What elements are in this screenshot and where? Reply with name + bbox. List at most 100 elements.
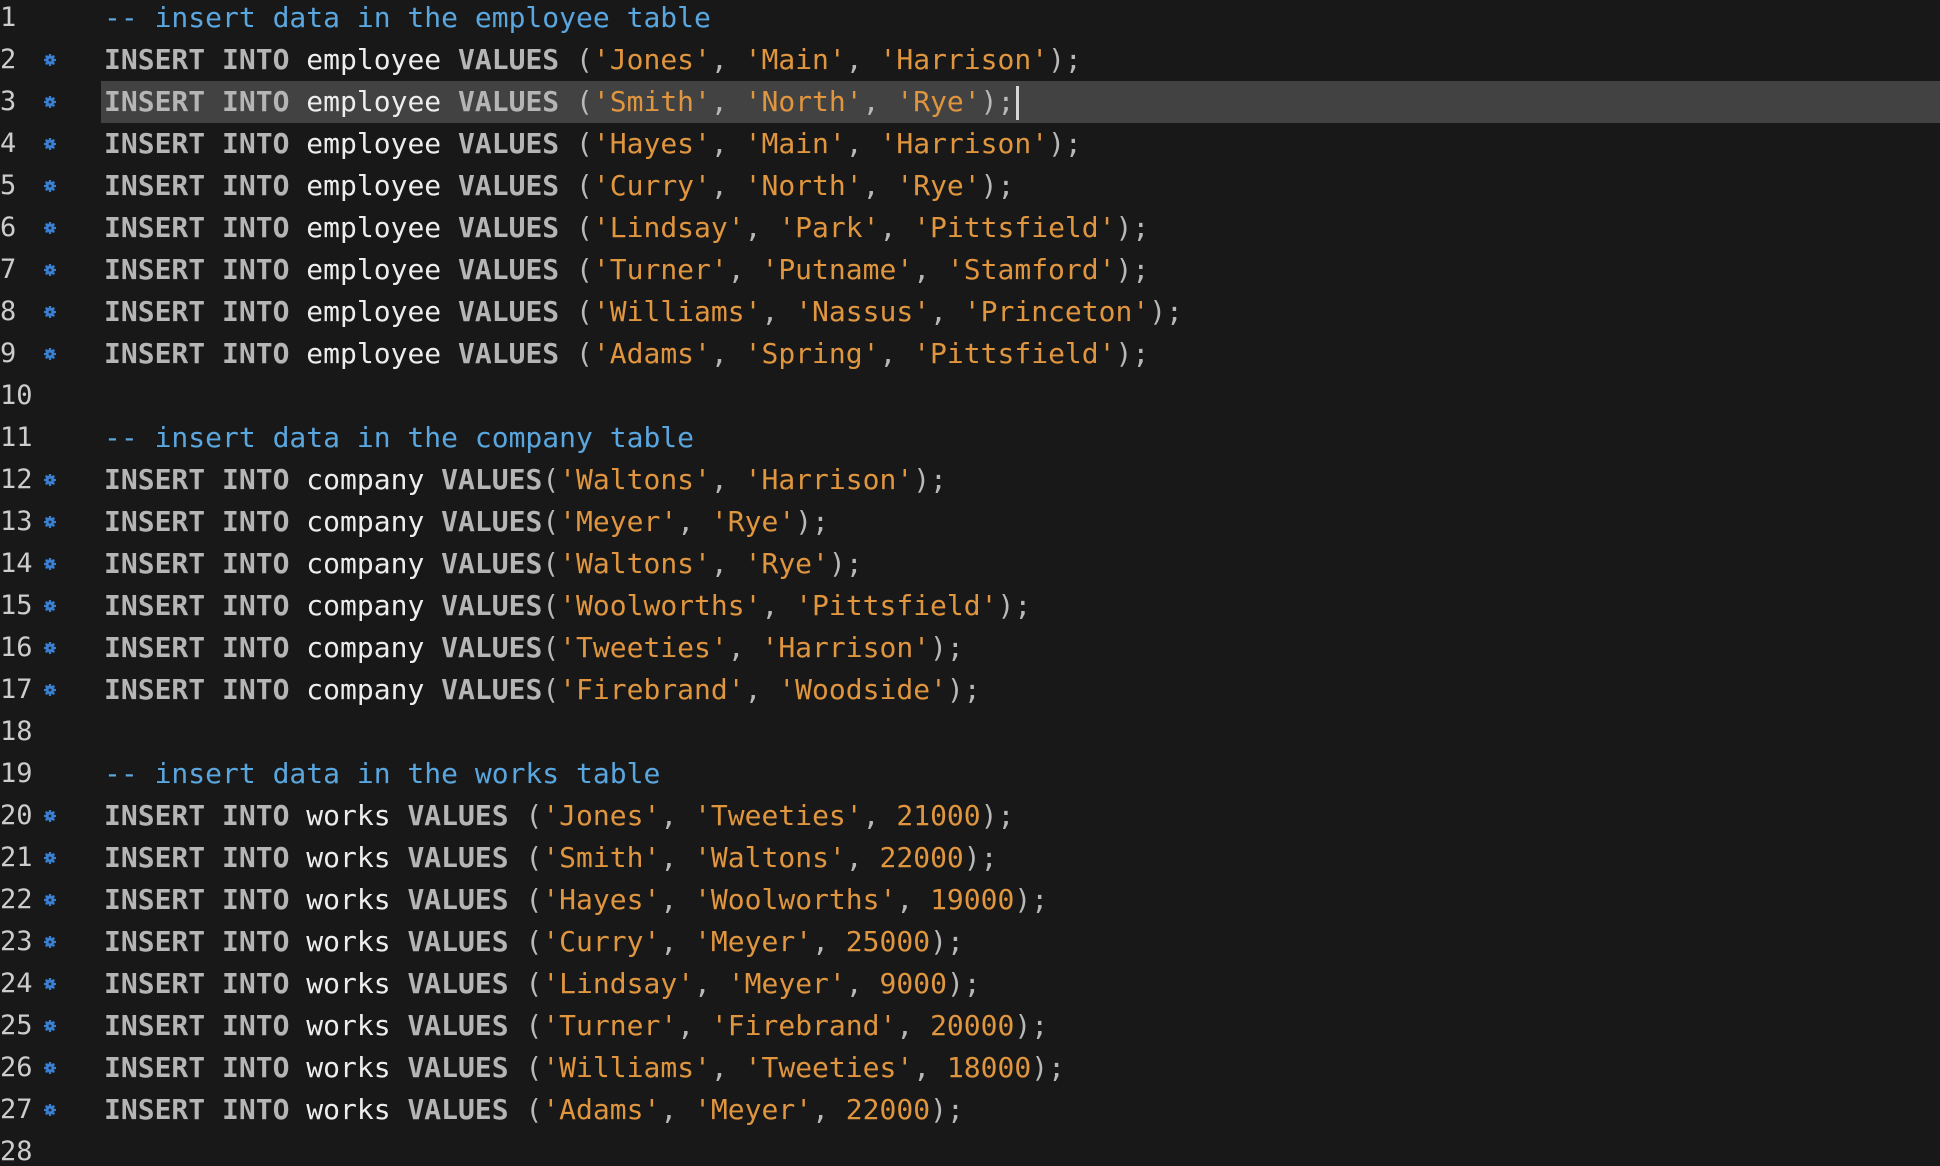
code-line[interactable]: 16 INSERT INTO company VALUES('Tweeties',… [0,627,1940,669]
code-line[interactable]: 10 [0,375,1940,417]
gear-dot-icon[interactable] [44,810,56,822]
token-kw: INSERT INTO [104,1051,307,1084]
code-text[interactable]: INSERT INTO company VALUES('Firebrand', … [101,669,1940,711]
code-text[interactable]: -- insert data in the works table [101,753,1940,795]
code-text[interactable]: INSERT INTO works VALUES ('Lindsay', 'Me… [101,963,1940,1005]
code-line[interactable]: 24 INSERT INTO works VALUES ('Lindsay', '… [0,963,1940,1005]
gear-dot-icon[interactable] [44,138,56,150]
gear-dot-icon[interactable] [44,642,56,654]
code-text[interactable] [101,375,1940,417]
code-text[interactable]: INSERT INTO works VALUES ('Turner', 'Fir… [101,1005,1940,1047]
code-text[interactable]: INSERT INTO company VALUES('Meyer', 'Rye… [101,501,1940,543]
gear-dot-icon[interactable] [44,264,56,276]
code-line[interactable]: 8 INSERT INTO employee VALUES ('Williams'… [0,291,1940,333]
token-punc: ); [997,589,1032,622]
code-text[interactable]: -- insert data in the company table [101,417,1940,459]
gear-dot-icon[interactable] [44,1062,56,1074]
code-text[interactable]: INSERT INTO company VALUES('Tweeties', '… [101,627,1940,669]
code-line[interactable]: 25 INSERT INTO works VALUES ('Turner', 'F… [0,1005,1940,1047]
gear-dot-icon[interactable] [44,978,56,990]
gear-dot-icon[interactable] [44,852,56,864]
code-text[interactable]: INSERT INTO works VALUES ('Smith', 'Walt… [101,837,1940,879]
code-text[interactable]: INSERT INTO employee VALUES ('Smith', 'N… [101,81,1940,123]
gear-dot-icon[interactable] [44,474,56,486]
code-text[interactable]: INSERT INTO works VALUES ('Williams', 'T… [101,1047,1940,1089]
code-line[interactable]: 15 INSERT INTO company VALUES('Woolworths… [0,585,1940,627]
gear-dot-icon[interactable] [44,558,56,570]
gear-dot-icon[interactable] [44,306,56,318]
token-punc: ( [542,589,560,622]
line-number: 3 [0,86,17,117]
code-line[interactable]: 27 INSERT INTO works VALUES ('Adams', 'Me… [0,1089,1940,1131]
code-text[interactable]: INSERT INTO company VALUES('Waltons', 'R… [101,543,1940,585]
gear-dot-icon[interactable] [44,222,56,234]
code-line[interactable]: 7 INSERT INTO employee VALUES ('Turner', … [0,249,1940,291]
code-text[interactable]: INSERT INTO works VALUES ('Hayes', 'Wool… [101,879,1940,921]
line-number: 11 [0,422,33,453]
code-text[interactable]: INSERT INTO employee VALUES ('Lindsay', … [101,207,1940,249]
token-kw: INSERT INTO [104,883,307,916]
token-kw: INSERT INTO [104,211,307,244]
token-punc: ( [525,967,543,1000]
token-kw: INSERT INTO [104,127,307,160]
gear-dot-icon[interactable] [44,516,56,528]
code-line[interactable]: 22 INSERT INTO works VALUES ('Hayes', 'Wo… [0,879,1940,921]
code-editor[interactable]: 1 -- insert data in the employee table 2 IN… [0,0,1940,1166]
code-line[interactable]: 18 [0,711,1940,753]
gear-dot-icon[interactable] [44,684,56,696]
code-line[interactable]: 28 [0,1131,1940,1166]
code-text[interactable]: INSERT INTO employee VALUES ('Williams',… [101,291,1940,333]
code-text[interactable]: INSERT INTO company VALUES('Woolworths',… [101,585,1940,627]
code-line[interactable]: 20 INSERT INTO works VALUES ('Jones', 'Tw… [0,795,1940,837]
code-line[interactable]: 13 INSERT INTO company VALUES('Meyer', 'R… [0,501,1940,543]
code-line[interactable]: 17 INSERT INTO company VALUES('Firebrand'… [0,669,1940,711]
line-number: 15 [0,590,33,621]
gear-dot-icon[interactable] [44,1104,56,1116]
code-line[interactable]: 1 -- insert data in the employee table [0,0,1940,39]
code-text[interactable] [101,711,1940,753]
gear-dot-icon[interactable] [44,54,56,66]
gear-dot-icon[interactable] [44,96,56,108]
code-line[interactable]: 12 INSERT INTO company VALUES('Waltons', … [0,459,1940,501]
gear-dot-icon[interactable] [44,1020,56,1032]
token-punc: , [677,1009,711,1042]
code-line[interactable]: 14 INSERT INTO company VALUES('Waltons', … [0,543,1940,585]
line-number: 2 [0,44,17,75]
code-text[interactable]: INSERT INTO company VALUES('Waltons', 'H… [101,459,1940,501]
code-text[interactable]: INSERT INTO works VALUES ('Jones', 'Twee… [101,795,1940,837]
gear-dot-icon[interactable] [44,180,56,192]
gear-dot-icon[interactable] [44,348,56,360]
token-punc: ); [1115,253,1150,286]
token-punc: , [710,1051,745,1084]
token-kw: VALUES [458,169,577,202]
code-text[interactable]: INSERT INTO works VALUES ('Curry', 'Meye… [101,921,1940,963]
code-text[interactable]: INSERT INTO employee VALUES ('Jones', 'M… [101,39,1940,81]
code-line[interactable]: 3 INSERT INTO employee VALUES ('Smith', '… [0,81,1940,123]
code-line[interactable]: 11 -- insert data in the company table [0,417,1940,459]
code-line[interactable]: 9 INSERT INTO employee VALUES ('Adams', '… [0,333,1940,375]
code-line[interactable]: 2 INSERT INTO employee VALUES ('Jones', '… [0,39,1940,81]
code-line[interactable]: 23 INSERT INTO works VALUES ('Curry', 'Me… [0,921,1940,963]
code-line[interactable]: 5 INSERT INTO employee VALUES ('Curry', '… [0,165,1940,207]
code-line[interactable]: 26 INSERT INTO works VALUES ('Williams', … [0,1047,1940,1089]
code-text[interactable]: INSERT INTO employee VALUES ('Hayes', 'M… [101,123,1940,165]
code-line[interactable]: 21 INSERT INTO works VALUES ('Smith', 'Wa… [0,837,1940,879]
token-id: works [306,883,408,916]
code-text[interactable]: -- insert data in the employee table [101,0,1940,39]
gear-dot-icon[interactable] [44,894,56,906]
code-text[interactable]: INSERT INTO works VALUES ('Adams', 'Meye… [101,1089,1940,1131]
token-kw: VALUES [407,799,526,832]
gear-dot-icon[interactable] [44,600,56,612]
code-line[interactable]: 6 INSERT INTO employee VALUES ('Lindsay',… [0,207,1940,249]
code-line[interactable]: 4 INSERT INTO employee VALUES ('Hayes', '… [0,123,1940,165]
token-punc: ( [576,253,593,286]
token-str: 'Spring' [744,337,880,370]
token-punc: ); [980,799,1015,832]
code-text[interactable]: INSERT INTO employee VALUES ('Curry', 'N… [101,165,1940,207]
code-text[interactable] [101,1131,1940,1166]
token-kw: INSERT INTO [104,799,307,832]
gear-dot-icon[interactable] [44,936,56,948]
code-line[interactable]: 19 -- insert data in the works table [0,753,1940,795]
code-text[interactable]: INSERT INTO employee VALUES ('Turner', '… [101,249,1940,291]
code-text[interactable]: INSERT INTO employee VALUES ('Adams', 'S… [101,333,1940,375]
